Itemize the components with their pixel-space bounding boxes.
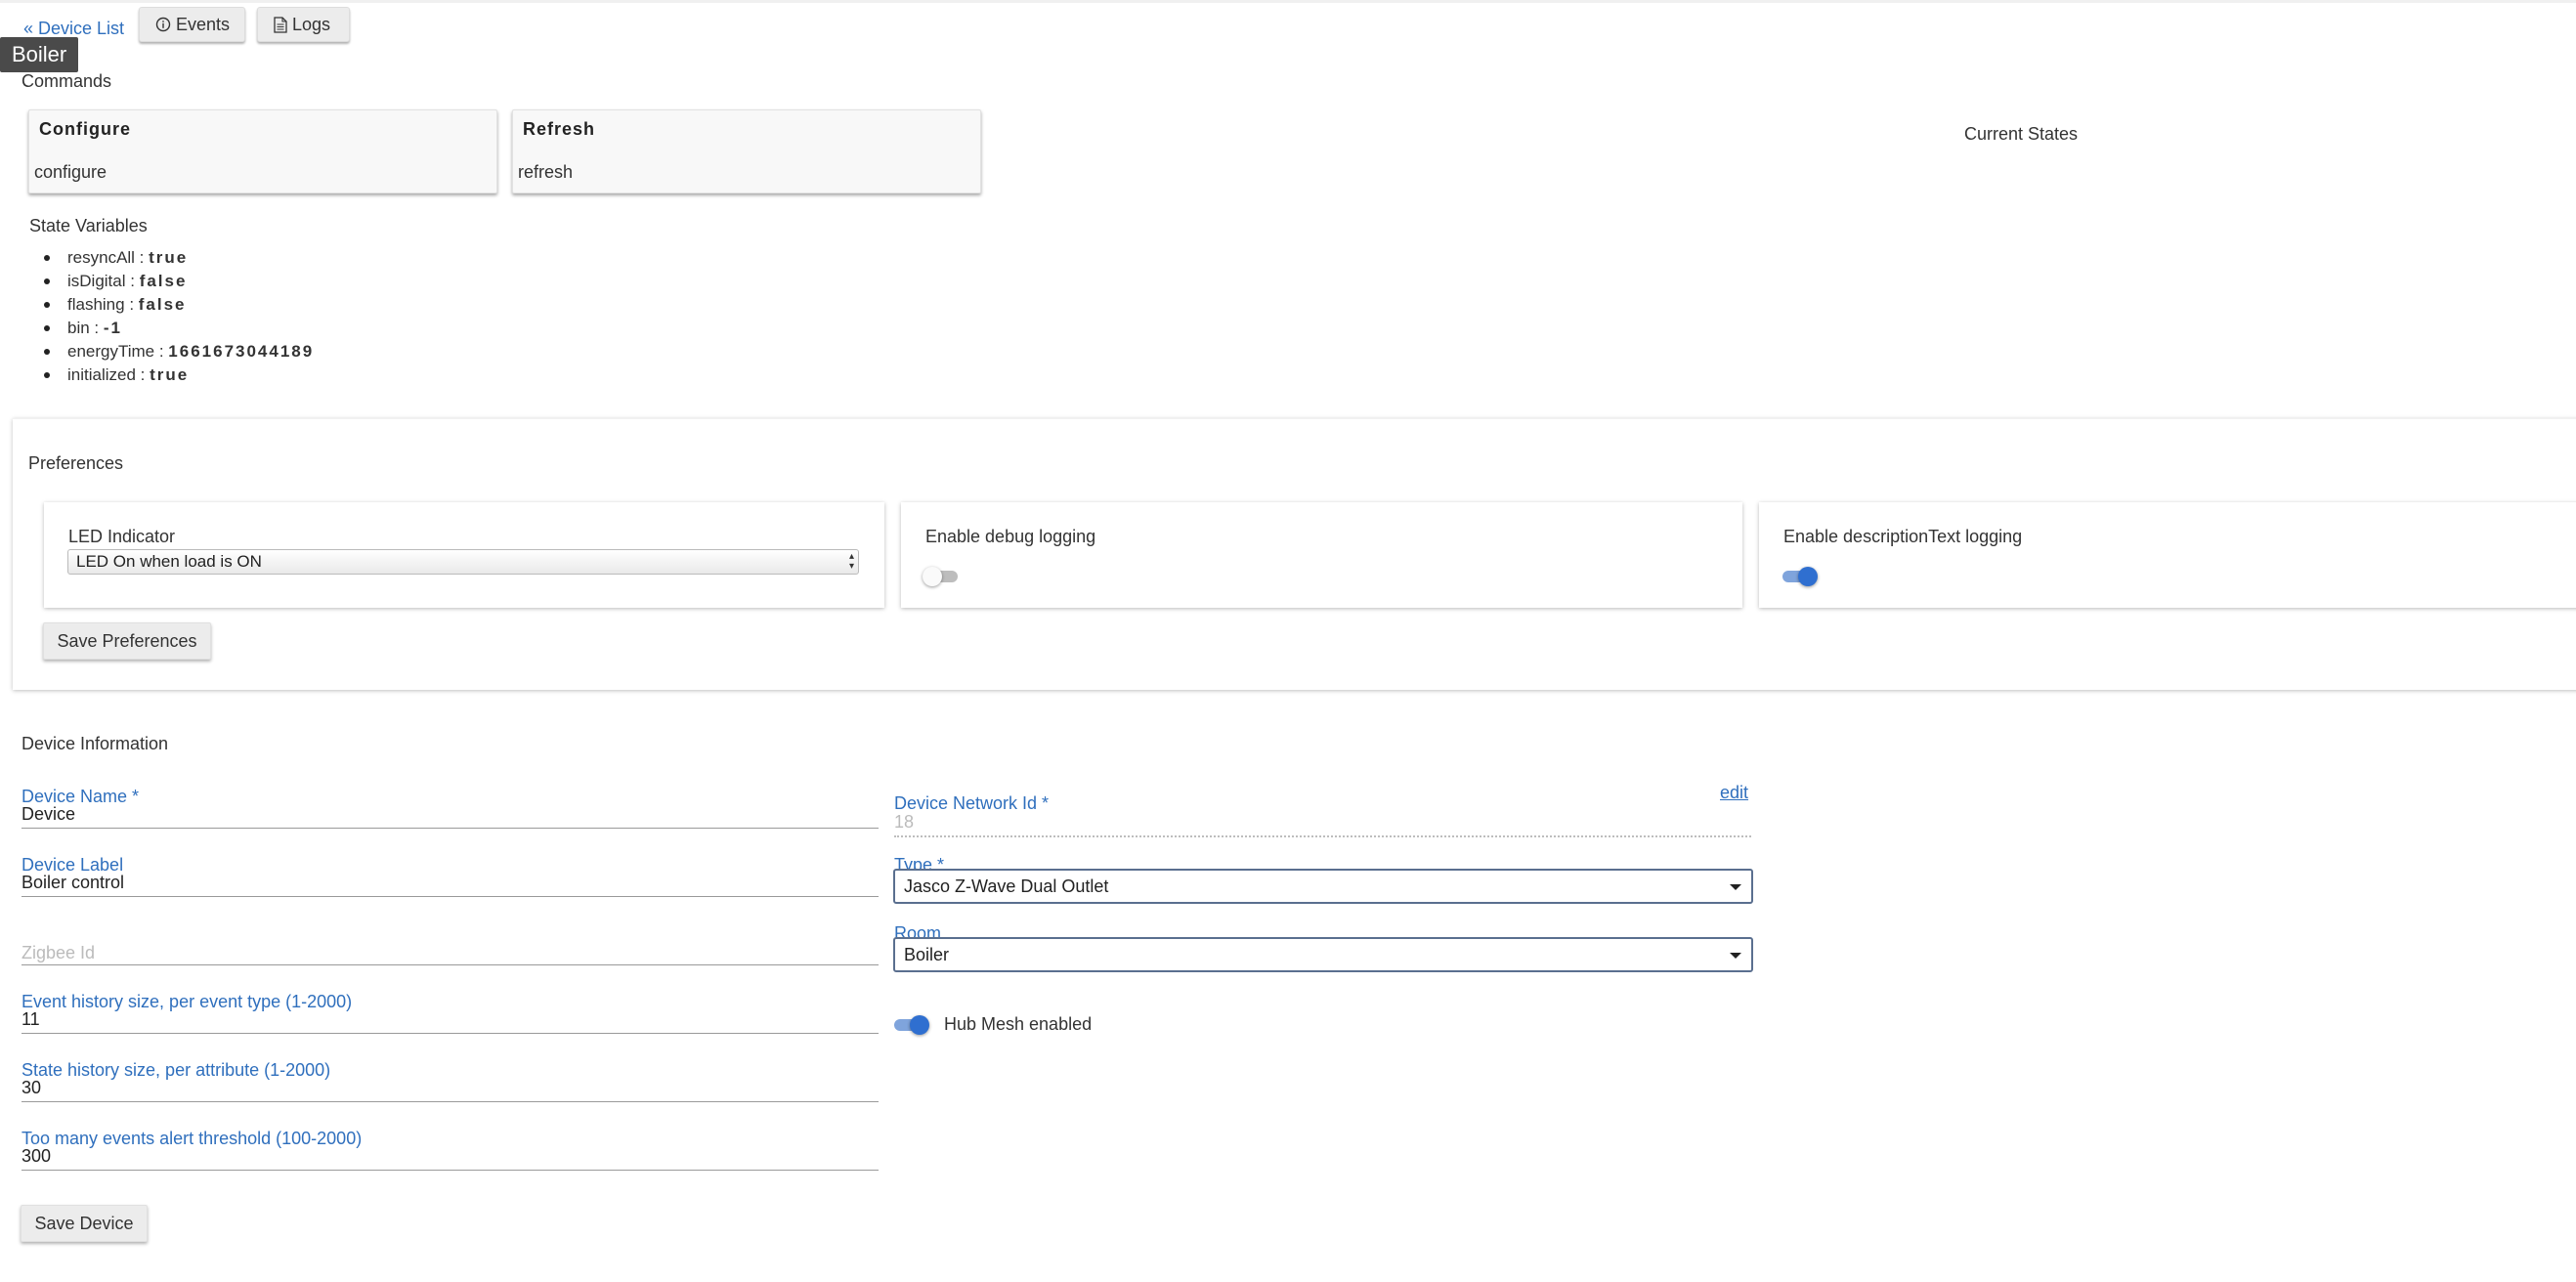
debug-logging-card: Enable debug logging (901, 502, 1742, 608)
events-button-label: Events (176, 14, 231, 34)
save-device-button[interactable]: Save Device (21, 1205, 148, 1242)
device-name-underline (21, 828, 879, 829)
device-label-field[interactable]: Boiler control (21, 873, 124, 893)
event-history-underline (21, 1033, 879, 1034)
hub-mesh-toggle[interactable] (892, 1012, 929, 1036)
state-variable-name: initialized : (67, 365, 150, 384)
description-logging-toggle[interactable] (1781, 564, 1818, 587)
state-variable-item: bin : -1 (39, 317, 314, 340)
toggle-thumb (1798, 567, 1818, 586)
alert-threshold-label: Too many events alert threshold (100-200… (21, 1129, 363, 1148)
logs-button-label: Logs (292, 14, 331, 34)
type-dropdown[interactable]: Jasco Z-Wave Dual Outlet (893, 869, 1753, 904)
zigbee-id-field[interactable]: Zigbee Id (21, 943, 95, 963)
document-icon (274, 16, 287, 33)
toggle-thumb (910, 1015, 929, 1035)
state-history-field[interactable]: 30 (21, 1078, 41, 1098)
state-variable-item: energyTime : 1661673044189 (39, 340, 314, 363)
state-history-underline (21, 1101, 879, 1102)
current-states-heading: Current States (1964, 124, 2079, 144)
device-information-heading: Device Information (21, 734, 169, 753)
led-indicator-select[interactable]: LED On when load is ON ▴ ▾ (67, 549, 859, 575)
state-variable-value: false (139, 272, 188, 290)
device-name-field[interactable]: Device (21, 804, 75, 825)
command-refresh-card[interactable]: Refresh refresh (512, 109, 981, 193)
state-variable-value: -1 (103, 319, 122, 337)
room-dropdown[interactable]: Boiler (893, 937, 1753, 972)
command-value: refresh (518, 162, 574, 182)
debug-logging-toggle[interactable] (923, 564, 960, 587)
led-indicator-card: LED Indicator LED On when load is ON ▴ ▾ (44, 502, 884, 608)
command-value: configure (34, 162, 107, 182)
state-variable-name: bin : (67, 319, 104, 337)
network-id-label: Device Network Id * (894, 793, 1050, 813)
state-variable-name: energyTime : (67, 342, 169, 361)
state-variable-value: false (138, 295, 187, 314)
state-variable-value: true (149, 248, 189, 267)
state-variable-name: resyncAll : (67, 248, 150, 267)
preferences-heading: Preferences (28, 453, 124, 473)
info-icon (155, 17, 171, 32)
state-variable-value: true (150, 365, 190, 384)
command-title: Refresh (523, 119, 596, 139)
hub-mesh-label: Hub Mesh enabled (944, 1014, 1093, 1034)
state-history-label: State history size, per attribute (1-200… (21, 1060, 331, 1080)
state-variable-item: isDigital : false (39, 270, 314, 293)
select-arrows-icon: ▴ ▾ (848, 551, 854, 572)
caret-down-icon (1730, 953, 1741, 959)
commands-heading: Commands (21, 71, 112, 91)
network-id-underline (894, 835, 1751, 837)
top-border (0, 0, 2576, 3)
network-id-field: 18 (894, 812, 915, 832)
state-variables-list: resyncAll : true isDigital : false flash… (39, 246, 314, 387)
device-list-link[interactable]: « Device List (23, 19, 124, 39)
save-preferences-button[interactable]: Save Preferences (43, 622, 211, 660)
zigbee-id-underline (21, 964, 879, 965)
state-variable-name: flashing : (67, 295, 139, 314)
caret-down-icon (1730, 884, 1741, 890)
device-label-underline (21, 896, 879, 897)
room-selected: Boiler (904, 944, 950, 964)
debug-logging-label: Enable debug logging (925, 527, 1096, 546)
type-selected: Jasco Z-Wave Dual Outlet (904, 876, 1109, 896)
state-variable-name: isDigital : (67, 272, 140, 290)
event-history-label: Event history size, per event type (1-20… (21, 992, 353, 1011)
state-variable-item: resyncAll : true (39, 246, 314, 270)
device-tooltip: Boiler (0, 37, 79, 72)
state-variable-item: flashing : false (39, 293, 314, 317)
led-indicator-selected: LED On when load is ON (76, 552, 262, 571)
event-history-field[interactable]: 11 (21, 1009, 40, 1030)
state-variable-value: 1661673044189 (168, 342, 315, 361)
led-indicator-label: LED Indicator (68, 527, 176, 546)
events-button[interactable]: Events (139, 7, 245, 42)
command-configure-card[interactable]: Configure configure (28, 109, 497, 193)
state-variable-item: initialized : true (39, 363, 314, 387)
alert-threshold-underline (21, 1170, 879, 1171)
description-logging-label: Enable descriptionText logging (1783, 527, 2023, 546)
description-logging-card: Enable descriptionText logging (1759, 502, 2576, 608)
toggle-thumb (923, 567, 942, 586)
network-id-edit-link[interactable]: edit (1720, 783, 1748, 803)
command-title: Configure (39, 119, 131, 139)
logs-button[interactable]: Logs (257, 7, 350, 42)
alert-threshold-field[interactable]: 300 (21, 1146, 51, 1167)
state-variables-heading: State Variables (29, 216, 148, 235)
